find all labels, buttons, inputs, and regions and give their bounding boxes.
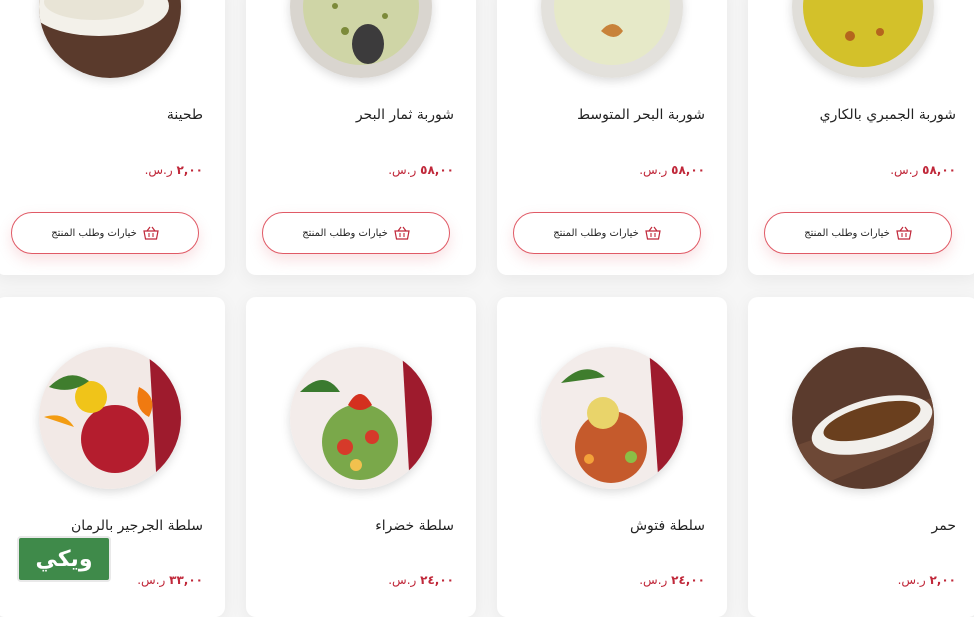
product-card: حمر ٢,٠٠ ر.س. [748,297,974,617]
product-image [792,0,934,78]
basket-icon [394,226,410,240]
basket-icon [896,226,912,240]
product-image [39,347,181,489]
brand-logo-badge: ويكي [17,536,111,582]
product-card: شوربة الجمبري بالكاري ٥٨,٠٠ ر.س. خيارات … [748,0,974,275]
product-name: سلطة فتوش [629,518,705,534]
product-image [541,347,683,489]
order-options-label: خيارات وطلب المنتج [51,227,137,239]
product-name: طحينة [166,107,203,123]
product-price: ٢٤,٠٠ ر.س. [639,573,705,587]
product-card: طحينة ٢,٠٠ ر.س. خيارات وطلب المنتج [0,0,225,275]
product-name: سلطة الجرجير بالرمان [71,518,203,534]
order-options-button[interactable]: خيارات وطلب المنتج [764,212,952,254]
product-image [290,347,432,489]
order-options-label: خيارات وطلب المنتج [553,227,639,239]
product-image [290,0,432,78]
basket-icon [645,226,661,240]
product-name: حمر [931,518,956,534]
product-name: شوربة الجمبري بالكاري [819,107,956,123]
product-image [541,0,683,78]
basket-icon [143,226,159,240]
product-card: سلطة فتوش ٢٤,٠٠ ر.س. [497,297,727,617]
product-card: سلطة خضراء ٢٤,٠٠ ر.س. [246,297,476,617]
product-card: شوربة البحر المتوسط ٥٨,٠٠ ر.س. خيارات وط… [497,0,727,275]
product-card: شوربة ثمار البحر ٥٨,٠٠ ر.س. خيارات وطلب … [246,0,476,275]
product-name: سلطة خضراء [375,518,454,534]
order-options-button[interactable]: خيارات وطلب المنتج [11,212,199,254]
product-price: ٢,٠٠ ر.س. [144,163,203,177]
product-price: ٢٤,٠٠ ر.س. [388,573,454,587]
product-image [792,347,934,489]
order-options-label: خيارات وطلب المنتج [804,227,890,239]
product-name: شوربة ثمار البحر [355,107,454,123]
order-options-button[interactable]: خيارات وطلب المنتج [262,212,450,254]
product-image [39,0,181,78]
product-price: ٢,٠٠ ر.س. [897,573,956,587]
brand-logo-text: ويكي [35,546,93,572]
order-options-button[interactable]: خيارات وطلب المنتج [513,212,701,254]
product-price: ٥٨,٠٠ ر.س. [388,163,454,177]
product-price: ٥٨,٠٠ ر.س. [639,163,705,177]
product-price: ٥٨,٠٠ ر.س. [890,163,956,177]
product-name: شوربة البحر المتوسط [577,107,705,123]
product-price: ٣٣,٠٠ ر.س. [137,573,203,587]
order-options-label: خيارات وطلب المنتج [302,227,388,239]
